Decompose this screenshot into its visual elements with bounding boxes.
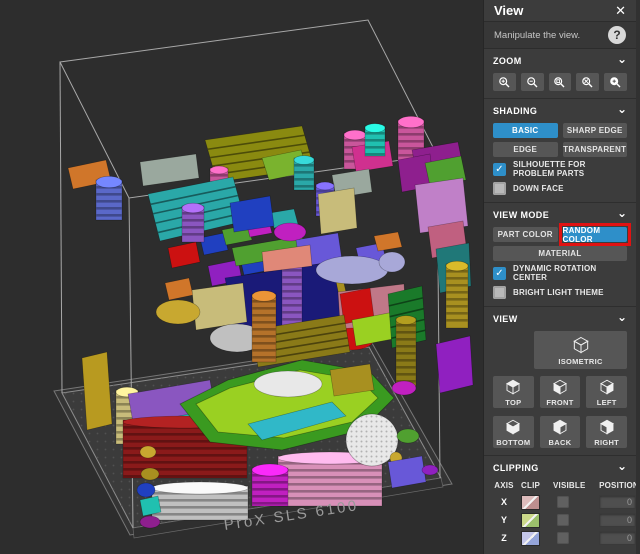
bright-light-checkbox-label: BRIGHT LIGHT THEME: [513, 288, 604, 297]
top-view-button[interactable]: TOP: [493, 376, 534, 408]
shading-basic-button[interactable]: BASIC: [493, 123, 558, 138]
view-mode-section-label: VIEW MODE: [493, 210, 549, 220]
zoom-buttons: [493, 73, 627, 91]
position-z-input[interactable]: 0: [599, 531, 636, 545]
zoom-out-icon: [526, 76, 539, 89]
bright-light-checkbox-row: BRIGHT LIGHT THEME: [493, 285, 627, 299]
clip-z-swatch[interactable]: [521, 531, 540, 546]
zoom-in-icon: [498, 76, 511, 89]
visible-x-checkbox[interactable]: [557, 496, 569, 508]
zoom-out-button[interactable]: [521, 73, 544, 91]
section-view: VIEW ⌄ ISOMETRIC TOP FRONT: [484, 307, 636, 456]
bright-light-checkbox[interactable]: [493, 286, 506, 299]
panel-subtitle: Manipulate the view.: [494, 30, 580, 41]
chevron-down-icon[interactable]: ⌄: [617, 314, 627, 320]
clip-row-x: X 0 inch: [493, 493, 627, 511]
random-color-button[interactable]: RANDOM COLOR: [563, 227, 628, 242]
dynamic-rotation-checkbox-row: ✓ DYNAMIC ROTATION CENTER: [493, 266, 627, 280]
clipping-table: AXIS CLIP VISIBLE POSITION X 0 inch Y 0: [493, 479, 627, 547]
section-view-mode: VIEW MODE ⌄ PART COLOR RANDOM COLOR MATE…: [484, 203, 636, 307]
dynamic-rotation-checkbox[interactable]: ✓: [493, 267, 506, 280]
dynamic-rotation-checkbox-label: DYNAMIC ROTATION CENTER: [513, 264, 627, 282]
position-x-input[interactable]: 0: [599, 495, 636, 509]
clip-row-z: Z 0 inch: [493, 529, 627, 547]
shading-edge-button[interactable]: EDGE: [493, 142, 558, 157]
cube-isometric-icon: [571, 335, 591, 355]
chevron-down-icon[interactable]: ⌄: [617, 463, 627, 469]
front-view-button[interactable]: FRONT: [540, 376, 581, 408]
shading-transparent-button[interactable]: TRANSPARENT: [563, 142, 628, 157]
down-face-checkbox-row: DOWN FACE: [493, 181, 627, 195]
zoom-in-button[interactable]: [493, 73, 516, 91]
zoom-section-label: ZOOM: [493, 56, 522, 66]
clip-header-position: POSITION: [599, 481, 639, 490]
section-clipping: CLIPPING ⌄ AXIS CLIP VISIBLE POSITION X …: [484, 456, 636, 554]
clip-header-visible: VISIBLE: [553, 481, 593, 490]
shading-section-label: SHADING: [493, 106, 537, 116]
parts-pile[interactable]: [68, 116, 473, 528]
cube-bottom-icon: [504, 418, 522, 436]
visible-z-checkbox[interactable]: [557, 532, 569, 544]
zoom-extents-button[interactable]: [576, 73, 599, 91]
clip-row-y: Y 0 inch: [493, 511, 627, 529]
panel-title: View: [494, 3, 523, 18]
app-window: ProX SLS 6100 View ✕ Manipulate the view…: [0, 0, 640, 554]
zoom-extents-icon: [581, 76, 594, 89]
zoom-window-icon: [553, 76, 566, 89]
clipping-section-label: CLIPPING: [493, 463, 539, 473]
shading-sharp-edge-button[interactable]: SHARP EDGE: [563, 123, 628, 138]
close-icon[interactable]: ✕: [615, 4, 626, 17]
position-y-input[interactable]: 0: [599, 513, 636, 527]
clip-header-clip: CLIP: [521, 481, 547, 490]
axis-z-label: Z: [493, 533, 515, 543]
down-face-checkbox-label: DOWN FACE: [513, 184, 564, 193]
left-view-button[interactable]: LEFT: [586, 376, 627, 408]
isometric-view-button[interactable]: ISOMETRIC: [534, 331, 627, 369]
build-scene: ProX SLS 6100: [0, 0, 483, 554]
cube-right-icon: [598, 418, 616, 436]
silhouette-checkbox[interactable]: ✓: [493, 163, 506, 176]
panel-header: View ✕: [484, 0, 636, 22]
chevron-down-icon[interactable]: ⌄: [617, 106, 627, 112]
cube-top-icon: [504, 378, 522, 396]
silhouette-checkbox-label: SILHOUETTE FOR PROBLEM PARTS: [513, 160, 627, 178]
axis-y-label: Y: [493, 515, 515, 525]
clip-y-swatch[interactable]: [521, 513, 540, 528]
material-button[interactable]: MATERIAL: [493, 246, 627, 261]
clip-header-axis: AXIS: [493, 481, 515, 490]
section-zoom: ZOOM ⌄: [484, 49, 636, 99]
view-section-label: VIEW: [493, 314, 518, 324]
cube-left-icon: [598, 378, 616, 396]
zoom-selected-button[interactable]: [604, 73, 627, 91]
section-shading: SHADING ⌄ BASIC SHARP EDGE EDGE TRANSPAR…: [484, 99, 636, 203]
part-color-button[interactable]: PART COLOR: [493, 227, 558, 242]
help-icon[interactable]: ?: [608, 26, 626, 44]
silhouette-checkbox-row: ✓ SILHOUETTE FOR PROBLEM PARTS: [493, 162, 627, 176]
right-view-button[interactable]: RIGHT: [586, 416, 627, 448]
panel-subtitle-row: Manipulate the view. ?: [484, 22, 636, 49]
back-view-button[interactable]: BACK: [540, 416, 581, 448]
bottom-view-button[interactable]: BOTTOM: [493, 416, 534, 448]
3d-viewport[interactable]: ProX SLS 6100: [0, 0, 483, 554]
view-panel: View ✕ Manipulate the view. ? ZOOM ⌄: [483, 0, 640, 554]
down-face-checkbox[interactable]: [493, 182, 506, 195]
clip-x-swatch[interactable]: [521, 495, 540, 510]
axis-x-label: X: [493, 497, 515, 507]
cube-back-icon: [551, 418, 569, 436]
zoom-window-button[interactable]: [549, 73, 572, 91]
chevron-down-icon[interactable]: ⌄: [617, 56, 627, 62]
zoom-selected-icon: [609, 76, 622, 89]
chevron-down-icon[interactable]: ⌄: [617, 210, 627, 216]
visible-y-checkbox[interactable]: [557, 514, 569, 526]
cube-front-icon: [551, 378, 569, 396]
